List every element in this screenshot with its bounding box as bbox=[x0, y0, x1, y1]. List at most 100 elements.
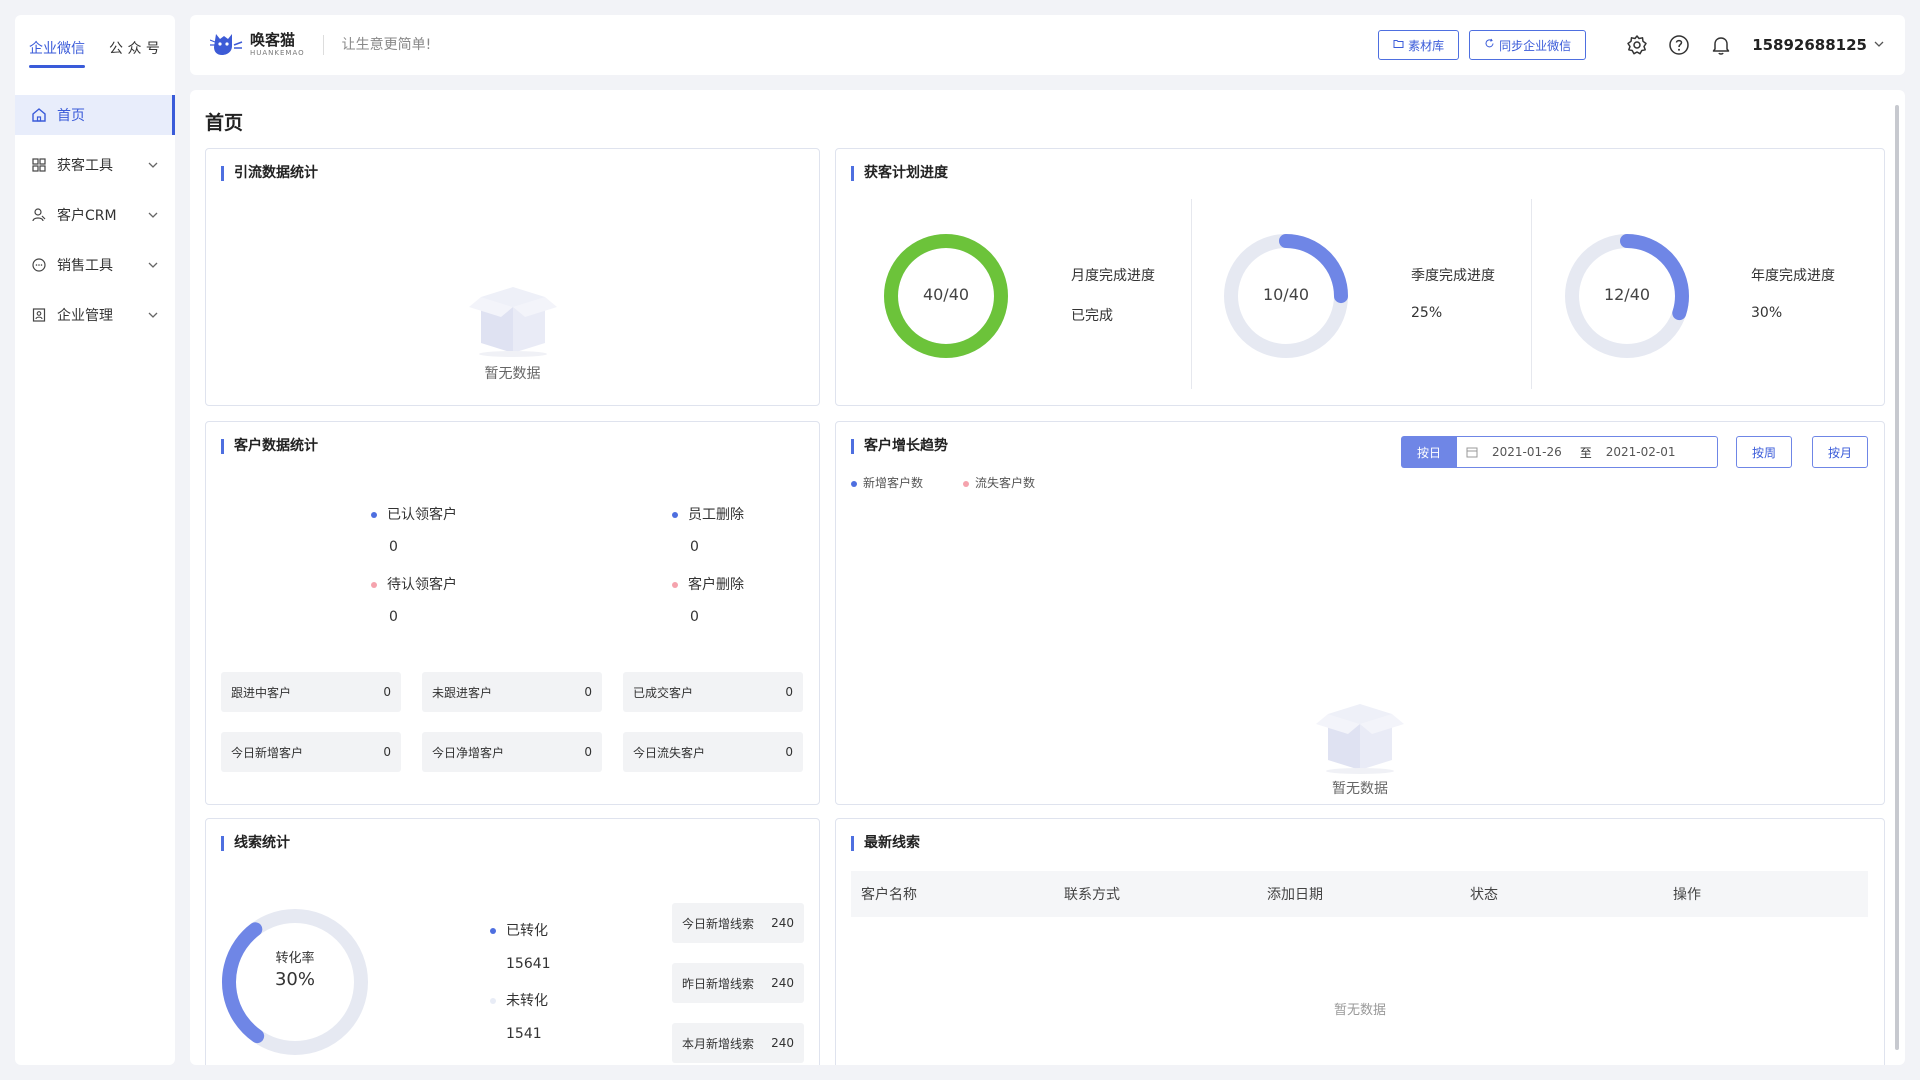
closed-customers-pill: 已成交客户 0 bbox=[623, 672, 803, 712]
legend-label: 新增客户数 bbox=[863, 476, 924, 490]
chevron-down-icon bbox=[147, 209, 159, 221]
logo-name: 唤客猫 bbox=[250, 31, 296, 49]
stat-value: 0 bbox=[389, 609, 398, 625]
pill-value: 240 bbox=[771, 976, 794, 990]
chevron-down-icon bbox=[147, 159, 159, 171]
conversion-rate-value: 30% bbox=[274, 969, 315, 990]
logo[interactable]: 唤客猫 HUANKEMAO bbox=[209, 28, 305, 62]
latest-leads-card: 最新线索 客户名称 联系方式 添加日期 状态 操作 暂无数据 bbox=[835, 818, 1885, 1065]
plan-donut-2: 12/40 bbox=[1562, 231, 1692, 365]
legend-dot bbox=[672, 512, 678, 518]
refresh-icon bbox=[1484, 38, 1495, 52]
following-customers-pill: 跟进中客户 0 bbox=[221, 672, 401, 712]
sync-wecom-button[interactable]: 同步企业微信 bbox=[1469, 30, 1587, 60]
legend-item-new[interactable]: 新增客户数 bbox=[851, 474, 923, 491]
empty-box-icon bbox=[1310, 694, 1410, 778]
leads-stats-card: 线索统计 转化率 30% 已转化 15641 未转化 1541 今日新增线索 24… bbox=[205, 818, 820, 1065]
unfollowed-customers-pill: 未跟进客户 0 bbox=[422, 672, 602, 712]
chevron-down-icon bbox=[147, 309, 159, 321]
pill-label: 跟进中客户 bbox=[231, 685, 292, 700]
customer-deleted-stat: 客户删除 bbox=[672, 574, 744, 594]
top-bar: 唤客猫 HUANKEMAO 让生意更简单! 素材库 同步企业微信 1589268… bbox=[190, 15, 1905, 75]
sidebar-item-enterprise[interactable]: 企业管理 bbox=[15, 295, 175, 335]
card-title: 客户数据统计 bbox=[221, 439, 318, 454]
empty-text: 暂无数据 bbox=[484, 366, 541, 382]
stat-label: 员工删除 bbox=[688, 507, 744, 523]
sidebar-item-home[interactable]: 首页 bbox=[15, 95, 175, 135]
empty-state: 暂无数据 bbox=[836, 694, 1884, 798]
plan-donut-0: 40/40 bbox=[881, 231, 1011, 365]
pill-value: 0 bbox=[785, 685, 793, 699]
stat-value: 0 bbox=[690, 609, 699, 625]
progress-label: 年度完成进度 bbox=[1751, 268, 1835, 284]
column-added-date: 添加日期 bbox=[1267, 887, 1323, 903]
help-icon[interactable] bbox=[1668, 34, 1690, 56]
plan-progress-card: 获客计划进度 40/40 月度完成进度 已完成 10/40 季度完成进度 25% 12/40… bbox=[835, 148, 1885, 406]
legend-dot bbox=[963, 480, 970, 487]
logo-subtitle: HUANKEMAO bbox=[250, 49, 305, 57]
empty-box-icon bbox=[463, 277, 563, 361]
progress-value: 40/40 bbox=[922, 285, 970, 304]
pill-value: 0 bbox=[383, 745, 391, 759]
traffic-stats-card: 引流数据统计 暂无数据 bbox=[205, 148, 820, 406]
staff-deleted-stat: 员工删除 bbox=[672, 504, 744, 524]
by-day-button[interactable]: 按日 bbox=[1401, 436, 1457, 468]
user-icon bbox=[31, 207, 47, 223]
legend-dot bbox=[371, 582, 377, 588]
progress-status: 30% bbox=[1751, 305, 1783, 321]
column-contact: 联系方式 bbox=[1064, 887, 1120, 903]
stat-value: 0 bbox=[690, 539, 699, 555]
date-separator: 至 bbox=[1579, 445, 1592, 460]
pill-label: 今日净增客户 bbox=[432, 745, 505, 760]
logo-text: 唤客猫 HUANKEMAO bbox=[250, 33, 305, 57]
empty-state: 暂无数据 bbox=[206, 277, 819, 383]
sidebar-item-crm[interactable]: 客户CRM bbox=[15, 195, 175, 235]
pill-label: 今日流失客户 bbox=[633, 745, 706, 760]
by-week-button[interactable]: 按周 bbox=[1736, 436, 1792, 468]
user-phone: 15892688125 bbox=[1752, 36, 1867, 54]
sync-wecom-label: 同步企业微信 bbox=[1499, 38, 1572, 53]
stat-label: 未转化 bbox=[506, 993, 548, 1009]
by-month-button[interactable]: 按月 bbox=[1812, 436, 1868, 468]
sidebar-item-acquisition-tools[interactable]: 获客工具 bbox=[15, 145, 175, 185]
material-library-button[interactable]: 素材库 bbox=[1378, 30, 1460, 60]
pill-value: 240 bbox=[771, 916, 794, 930]
date-from[interactable]: 2021-01-26 bbox=[1492, 445, 1562, 459]
sidebar: 企业微信 公 众 号 首页 获客工具 客户CRM 销售工具 企业管理 bbox=[15, 15, 175, 1065]
stat-label: 待认领客户 bbox=[387, 577, 457, 593]
sidebar-item-sales-tools[interactable]: 销售工具 bbox=[15, 245, 175, 285]
converted-stat: 已转化 bbox=[490, 920, 548, 940]
scrollbar[interactable] bbox=[1895, 105, 1899, 1050]
tab-official-account[interactable]: 公 众 号 bbox=[109, 38, 160, 62]
tab-wecom[interactable]: 企业微信 bbox=[29, 38, 85, 68]
pill-value: 0 bbox=[584, 745, 592, 759]
sidebar-item-label: 企业管理 bbox=[57, 308, 113, 324]
date-range-picker[interactable]: 2021-01-26 至 2021-02-01 bbox=[1456, 436, 1718, 468]
column-customer-name: 客户名称 bbox=[861, 887, 917, 903]
date-to[interactable]: 2021-02-01 bbox=[1606, 445, 1676, 459]
card-title: 客户增长趋势 bbox=[851, 439, 948, 454]
chevron-down-icon bbox=[147, 259, 159, 271]
pill-label: 今日新增线索 bbox=[682, 916, 755, 931]
growth-trend-card: 客户增长趋势 按日 2021-01-26 至 2021-02-01 按周 按月 … bbox=[835, 421, 1885, 805]
legend-item-lost[interactable]: 流失客户数 bbox=[963, 474, 1035, 491]
progress-status: 已完成 bbox=[1071, 308, 1113, 324]
legend-dot bbox=[490, 928, 496, 934]
pill-value: 240 bbox=[771, 1036, 794, 1050]
bell-icon[interactable] bbox=[1710, 34, 1732, 56]
today-new-customers-pill: 今日新增客户 0 bbox=[221, 732, 401, 772]
progress-label: 季度完成进度 bbox=[1411, 268, 1495, 284]
user-menu[interactable]: 15892688125 bbox=[1752, 36, 1885, 54]
sidebar-item-label: 获客工具 bbox=[57, 158, 113, 174]
calendar-icon bbox=[1466, 446, 1478, 458]
pill-label: 未跟进客户 bbox=[432, 685, 493, 700]
pill-label: 已成交客户 bbox=[633, 685, 694, 700]
card-title: 最新线索 bbox=[851, 836, 920, 851]
yesterday-new-leads-pill: 昨日新增线索 240 bbox=[672, 963, 804, 1003]
card-title: 获客计划进度 bbox=[851, 166, 948, 181]
today-new-leads-pill: 今日新增线索 240 bbox=[672, 903, 804, 943]
page-title: 首页 bbox=[205, 112, 244, 134]
sidebar-item-label: 首页 bbox=[57, 108, 85, 124]
legend-dot bbox=[371, 512, 377, 518]
gear-icon[interactable] bbox=[1626, 34, 1648, 56]
